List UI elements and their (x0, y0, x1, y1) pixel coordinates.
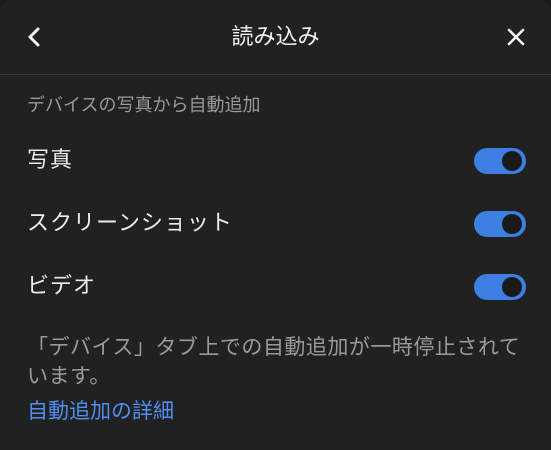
chevron-left-icon (28, 27, 40, 47)
header-bar: 読み込み (0, 0, 551, 75)
setting-label-screenshots: スクリーンショット (27, 211, 233, 236)
setting-row-videos: ビデオ (0, 260, 551, 314)
setting-label-videos: ビデオ (27, 274, 97, 299)
section-label: デバイスの写真から自動追加 (27, 95, 261, 116)
paused-note: 「デバイス」タブ上での自動追加が一時停止されています。 (27, 335, 521, 388)
screenshots-toggle[interactable] (474, 211, 526, 237)
setting-row-screenshots: スクリーンショット (0, 197, 551, 251)
page-title: 読み込み (231, 25, 320, 50)
auto-add-details-link[interactable]: 自動追加の詳細 (27, 397, 174, 426)
close-icon (507, 28, 525, 46)
photos-toggle[interactable] (474, 148, 526, 174)
toggle-knob (502, 151, 522, 171)
back-button[interactable] (18, 20, 52, 54)
toggle-knob (502, 277, 522, 297)
import-settings-panel: 読み込み デバイスの写真から自動追加 写真 スクリーンショット ビデオ 「デバイ… (0, 0, 551, 450)
toggle-knob (502, 214, 522, 234)
close-button[interactable] (499, 20, 533, 54)
setting-label-photos: 写真 (27, 148, 74, 173)
videos-toggle[interactable] (474, 274, 526, 300)
setting-row-photos: 写真 (0, 134, 551, 188)
